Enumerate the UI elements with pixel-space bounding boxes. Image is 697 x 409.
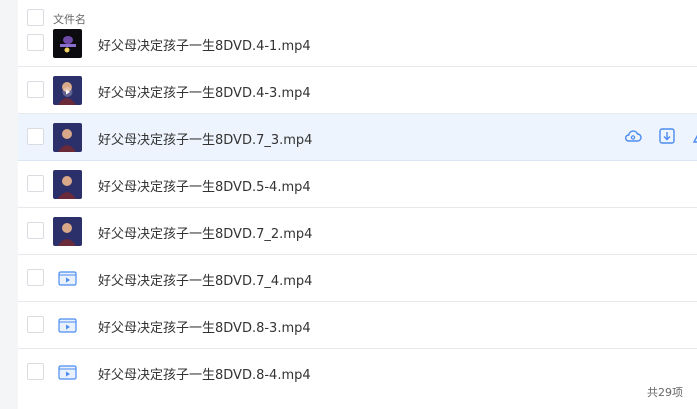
sidebar-edge: [0, 0, 18, 409]
file-row[interactable]: 好父母决定孩子一生8DVD.8-3.mp4: [18, 302, 697, 349]
video-thumbnail[interactable]: [53, 29, 82, 58]
row-checkbox[interactable]: [27, 81, 44, 98]
video-file-icon[interactable]: [53, 264, 82, 293]
video-file-icon[interactable]: [53, 358, 82, 387]
file-name[interactable]: 好父母决定孩子一生8DVD.8-4.mp4: [98, 364, 311, 383]
file-row[interactable]: 好父母决定孩子一生8DVD.4-1.mp4: [18, 20, 697, 67]
share-icon[interactable]: [692, 127, 697, 145]
video-file-icon[interactable]: [53, 311, 82, 340]
file-row[interactable]: 好父母决定孩子一生8DVD.7_4.mp4: [18, 255, 697, 302]
row-checkbox[interactable]: [27, 222, 44, 239]
file-name[interactable]: 好父母决定孩子一生8DVD.7_3.mp4: [98, 129, 312, 148]
file-row[interactable]: 好父母决定孩子一生8DVD.5-4.mp4: [18, 161, 697, 208]
file-row[interactable]: 好父母决定孩子一生8DVD.7_2.mp4: [18, 208, 697, 255]
row-checkbox[interactable]: [27, 175, 44, 192]
row-checkbox[interactable]: [27, 34, 44, 51]
file-name[interactable]: 好父母决定孩子一生8DVD.7_4.mp4: [98, 270, 312, 289]
file-row[interactable]: 好父母决定孩子一生8DVD.4-3.mp4: [18, 67, 697, 114]
file-name[interactable]: 好父母决定孩子一生8DVD.7_2.mp4: [98, 223, 312, 242]
file-name[interactable]: 好父母决定孩子一生8DVD.4-1.mp4: [98, 35, 311, 54]
video-thumbnail[interactable]: [53, 217, 82, 246]
row-checkbox[interactable]: [27, 128, 44, 145]
download-icon[interactable]: [658, 127, 676, 145]
item-count: 共29项: [647, 386, 683, 399]
row-actions: [624, 127, 697, 145]
file-list: 文件名 好父母决定孩子一生8DVD.4-1.mp4 好父母决定孩子一生8DVD.…: [18, 0, 697, 409]
cloud-icon[interactable]: [624, 127, 642, 145]
row-checkbox[interactable]: [27, 316, 44, 333]
file-name[interactable]: 好父母决定孩子一生8DVD.5-4.mp4: [98, 176, 311, 195]
video-thumbnail[interactable]: [53, 76, 82, 105]
file-row[interactable]: 好父母决定孩子一生8DVD.8-4.mp4: [18, 349, 697, 396]
row-checkbox[interactable]: [27, 363, 44, 380]
file-name[interactable]: 好父母决定孩子一生8DVD.4-3.mp4: [98, 82, 311, 101]
file-row-hovered[interactable]: 好父母决定孩子一生8DVD.7_3.mp4: [18, 114, 697, 161]
row-checkbox[interactable]: [27, 269, 44, 286]
video-thumbnail[interactable]: [53, 123, 82, 152]
file-name[interactable]: 好父母决定孩子一生8DVD.8-3.mp4: [98, 317, 311, 336]
video-thumbnail[interactable]: [53, 170, 82, 199]
